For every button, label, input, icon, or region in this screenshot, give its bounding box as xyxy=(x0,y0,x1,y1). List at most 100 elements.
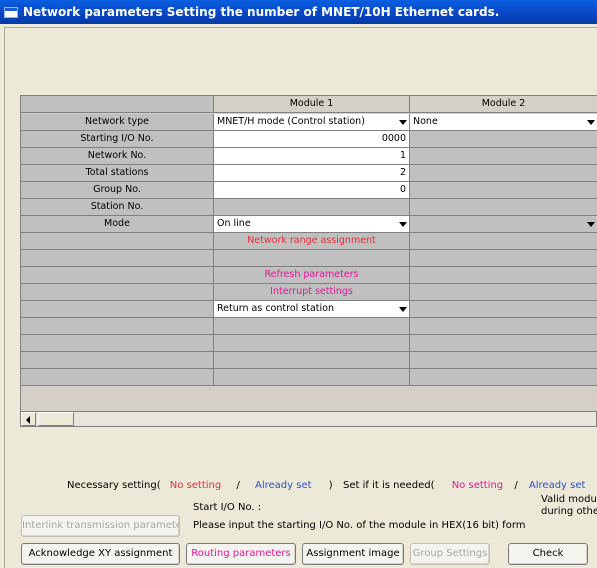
module-2-cell[interactable] xyxy=(410,369,597,386)
module-1-cell[interactable]: Refresh parameters xyxy=(214,267,410,284)
legend-close: ) xyxy=(328,480,333,491)
legend-already-set-optional: Already set xyxy=(528,480,586,491)
valid-module-note-1: Valid modul xyxy=(541,494,597,505)
module-1-value: Return as control station xyxy=(217,303,334,314)
assignment-image-button[interactable]: Assignment image xyxy=(302,543,404,565)
check-button[interactable]: Check xyxy=(508,543,588,565)
dropdown-arrow-icon[interactable] xyxy=(399,222,407,227)
table-row: Return as control station xyxy=(21,301,597,318)
scroll-thumb[interactable] xyxy=(38,412,74,426)
module-1-cell[interactable]: 0000 xyxy=(214,131,410,148)
row-label xyxy=(21,233,214,250)
module-2-cell[interactable] xyxy=(410,352,597,369)
table-row xyxy=(21,318,597,335)
legend-necessary: Necessary setting( No setting / Already … xyxy=(67,480,333,491)
module-2-cell[interactable] xyxy=(410,131,597,148)
module-2-value: None xyxy=(413,116,438,127)
row-label xyxy=(21,284,214,301)
module-2-cell[interactable] xyxy=(410,165,597,182)
acknowledge-xy-button[interactable]: Acknowledge XY assignment xyxy=(21,543,180,565)
module-1-value: 0000 xyxy=(381,133,406,144)
legend-no-setting: No setting xyxy=(169,480,222,491)
module-2-cell[interactable] xyxy=(410,250,597,267)
module-1-cell[interactable]: Return as control station xyxy=(214,301,410,318)
row-label: Starting I/O No. xyxy=(21,131,214,148)
legend-already-set: Already set xyxy=(255,480,312,491)
module-2-cell[interactable] xyxy=(410,267,597,284)
dropdown-arrow-icon[interactable] xyxy=(587,120,595,125)
module-1-cell[interactable] xyxy=(214,318,410,335)
window-titlebar: Network parameters Setting the number of… xyxy=(0,0,597,24)
module-1-cell[interactable]: 1 xyxy=(214,148,410,165)
horizontal-scrollbar[interactable] xyxy=(20,411,597,427)
window-title: Network parameters Setting the number of… xyxy=(23,5,500,19)
module-2-cell[interactable] xyxy=(410,301,597,318)
module-2-cell[interactable] xyxy=(410,199,597,216)
table-row: Total stations 2 xyxy=(21,165,597,182)
module-1-value: Interrupt settings xyxy=(270,286,353,297)
module-1-cell[interactable]: Network range assignment xyxy=(214,233,410,250)
module-1-cell[interactable] xyxy=(214,250,410,267)
dropdown-arrow-icon[interactable] xyxy=(399,307,407,312)
table-row: Network range assignment xyxy=(21,233,597,250)
row-label xyxy=(21,267,214,284)
window-icon xyxy=(4,6,18,18)
row-label: Total stations xyxy=(21,165,214,182)
module-1-cell[interactable]: On line xyxy=(214,216,410,233)
module-2-cell[interactable] xyxy=(410,284,597,301)
dropdown-arrow-icon[interactable] xyxy=(399,120,407,125)
row-label xyxy=(21,301,214,318)
input-hint: Please input the starting I/O No. of the… xyxy=(193,520,526,531)
module-1-cell[interactable] xyxy=(214,335,410,352)
module-1-value: Network range assignment xyxy=(247,235,376,246)
grid-header-module-2[interactable]: Module 2 xyxy=(410,96,597,113)
legend-necessary-label: Necessary setting( xyxy=(67,480,161,491)
start-io-label: Start I/O No. : xyxy=(193,502,262,513)
row-label xyxy=(21,250,214,267)
module-2-cell[interactable]: None xyxy=(410,114,597,131)
module-2-cell[interactable] xyxy=(410,335,597,352)
group-settings-button[interactable]: Group Settings xyxy=(410,543,490,565)
module-1-cell[interactable]: 0 xyxy=(214,182,410,199)
module-2-cell[interactable] xyxy=(410,318,597,335)
legend-if-needed-label: Set if it is needed( xyxy=(343,480,435,491)
row-label: Network No. xyxy=(21,148,214,165)
legend-no-setting-optional: No setting xyxy=(451,480,504,491)
parameter-grid: Module 1 Module 2 Network type MNET/H mod… xyxy=(20,95,597,411)
valid-module-note-2: during othe xyxy=(541,506,597,517)
module-1-value: 2 xyxy=(399,167,406,178)
table-row xyxy=(21,335,597,352)
module-1-cell[interactable] xyxy=(214,352,410,369)
grid-header-module-1[interactable]: Module 1 xyxy=(214,96,410,113)
dropdown-arrow-icon[interactable] xyxy=(587,222,595,227)
table-row: Network type MNET/H mode (Control station… xyxy=(21,114,597,131)
legend-optional: Set if it is needed( No setting / Alread… xyxy=(343,480,597,491)
row-label xyxy=(21,369,214,386)
module-1-cell[interactable] xyxy=(214,369,410,386)
module-2-cell[interactable] xyxy=(410,182,597,199)
module-1-value: 0 xyxy=(399,184,406,195)
module-1-value: 1 xyxy=(399,150,406,161)
module-2-cell[interactable] xyxy=(410,148,597,165)
module-2-cell[interactable] xyxy=(410,216,597,233)
table-row: Station No. xyxy=(21,199,597,216)
row-label xyxy=(21,335,214,352)
module-1-value: MNET/H mode (Control station) xyxy=(217,116,365,127)
routing-parameters-button[interactable]: Routing parameters xyxy=(186,543,296,565)
row-label: Mode xyxy=(21,216,214,233)
interlink-transmission-button[interactable]: Interlink transmission parameters xyxy=(21,515,180,537)
table-row: Network No. 1 xyxy=(21,148,597,165)
scroll-left-icon[interactable] xyxy=(21,412,36,426)
row-label xyxy=(21,352,214,369)
table-row xyxy=(21,369,597,386)
grid-header-row: Module 1 Module 2 xyxy=(21,96,597,113)
row-label: Group No. xyxy=(21,182,214,199)
grid-header-corner xyxy=(21,96,214,113)
module-1-cell[interactable]: Interrupt settings xyxy=(214,284,410,301)
row-label: Network type xyxy=(21,114,214,131)
module-1-cell[interactable]: 2 xyxy=(214,165,410,182)
module-1-cell[interactable] xyxy=(214,199,410,216)
module-2-cell[interactable] xyxy=(410,233,597,250)
module-1-cell[interactable]: MNET/H mode (Control station) xyxy=(214,114,410,131)
table-row xyxy=(21,250,597,267)
